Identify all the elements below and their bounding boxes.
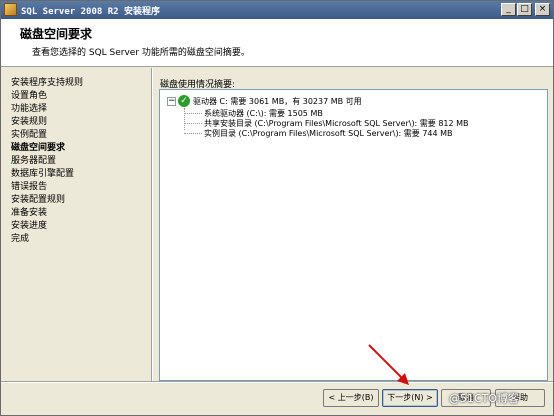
window-title: SQL Server 2008 R2 安装程序 [21, 7, 160, 17]
title-bar[interactable]: SQL Server 2008 R2 安装程序 _ □ × [1, 1, 553, 19]
sidebar-item-feature-selection[interactable]: 功能选择 [11, 101, 47, 114]
sidebar-item-installation-configuration-rules[interactable]: 安装配置规则 [11, 192, 65, 205]
collapse-icon[interactable]: − [167, 97, 176, 106]
sidebar-item-installation-rules[interactable]: 安装规则 [11, 114, 47, 127]
watermark: @51CTO博客 [449, 392, 520, 405]
next-button[interactable]: 下一步(N) > [382, 389, 438, 407]
sidebar-item-ready-to-install[interactable]: 准备安装 [11, 205, 47, 218]
sidebar-item-setup-role[interactable]: 设置角色 [11, 88, 47, 101]
step-navigation: 安装程序支持规则 设置角色 功能选择 安装规则 实例配置 磁盘空间要求 服务器配… [1, 68, 151, 381]
installer-window: SQL Server 2008 R2 安装程序 _ □ × 磁盘空间要求 查看您… [0, 0, 554, 416]
sidebar-divider [151, 68, 153, 381]
tree-item-drive-c[interactable]: 驱动器 C: 需要 3061 MB，有 30237 MB 可用 [193, 96, 362, 107]
back-button[interactable]: < 上一步(B) [323, 389, 379, 407]
close-button[interactable]: × [535, 3, 550, 16]
sidebar-item-server-configuration[interactable]: 服务器配置 [11, 153, 56, 166]
annotation-arrow-icon [368, 344, 409, 385]
sidebar-item-error-reporting[interactable]: 错误报告 [11, 179, 47, 192]
minimize-button[interactable]: _ [501, 3, 516, 16]
page-header: 磁盘空间要求 查看您选择的 SQL Server 功能所需的磁盘空间摘要。 [1, 19, 553, 67]
disk-usage-tree[interactable]: − ✓ 驱动器 C: 需要 3061 MB，有 30237 MB 可用 系统驱动… [159, 89, 548, 381]
sidebar-item-setup-support-rules[interactable]: 安装程序支持规则 [11, 75, 83, 88]
sidebar-item-complete[interactable]: 完成 [11, 231, 29, 244]
sidebar-item-instance-configuration[interactable]: 实例配置 [11, 127, 47, 140]
tree-connector [184, 108, 185, 130]
maximize-button[interactable]: □ [517, 3, 532, 16]
sidebar-item-disk-space-requirements[interactable]: 磁盘空间要求 [11, 140, 65, 153]
page-description: 查看您选择的 SQL Server 功能所需的磁盘空间摘要。 [32, 48, 250, 58]
page-title: 磁盘空间要求 [20, 27, 93, 41]
tree-connector [184, 113, 202, 114]
sql-server-app-icon [4, 3, 17, 16]
sidebar-item-database-engine-configuration[interactable]: 数据库引擎配置 [11, 166, 74, 179]
tree-item-instance-directory[interactable]: 实例目录 (C:\Program Files\Microsoft SQL Ser… [204, 128, 453, 139]
tree-connector [184, 123, 202, 124]
footer-divider [1, 381, 553, 383]
check-icon: ✓ [178, 95, 190, 107]
tree-connector [184, 133, 202, 134]
sidebar-item-installation-progress[interactable]: 安装进度 [11, 218, 47, 231]
